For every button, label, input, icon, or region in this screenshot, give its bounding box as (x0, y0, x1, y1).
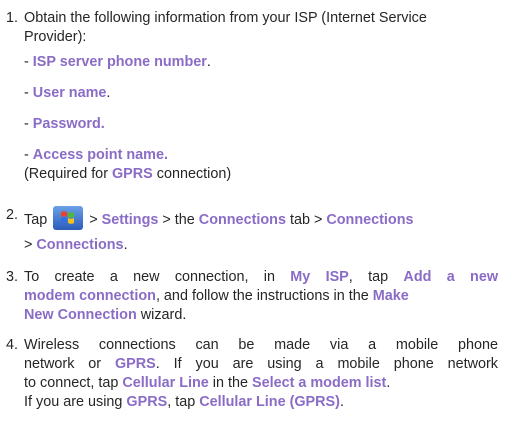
separator: > the (158, 212, 199, 228)
step-4-line-3: to connect, tap Cellular Line in the Sel… (24, 374, 390, 393)
step-4-line-1: Wireless connections can be made via a m… (24, 337, 498, 353)
item-dash: - (24, 147, 33, 163)
step-4-text: . If you are using a mobile phone networ… (155, 356, 498, 372)
step-3-text: , and follow the instructions in the (155, 288, 373, 304)
isp-info-item: - ISP server phone number. (24, 53, 211, 72)
make-connection-label: Make (372, 288, 409, 304)
note-text: connection) (152, 166, 232, 182)
step-3-line-3: New Connection wizard. (24, 306, 186, 325)
gprs-note: (Required for GPRS connection) (24, 165, 231, 184)
windows-start-icon[interactable] (53, 206, 84, 230)
item-suffix: . (106, 85, 111, 101)
period: . (339, 394, 344, 410)
select-modem-label: Select a modem list (251, 375, 387, 391)
gprs-label: GPRS (126, 394, 168, 410)
separator: > (85, 212, 102, 228)
step-3-text: , tap (348, 269, 404, 285)
step-4-line-2: network or GPRS. If you are using a mobi… (24, 355, 498, 374)
isp-phone-label: ISP server phone number (32, 54, 207, 70)
item-dash: - (24, 54, 33, 70)
period: . (123, 237, 128, 253)
make-connection-label: New Connection (24, 307, 137, 323)
connections-label: Connections (326, 212, 414, 228)
gprs-label: GPRS (111, 166, 153, 182)
gprs-label: GPRS (114, 356, 156, 372)
step-3-number: 3. (6, 269, 19, 285)
item-dash: - (24, 116, 33, 132)
step-3-text: wizard. (136, 307, 187, 323)
connections-label: Connections (36, 237, 124, 253)
step-3-line-1: To create a new connection, in My ISP, t… (24, 268, 498, 287)
add-modem-label: modem connection (24, 288, 156, 304)
step-2-text-cont: > Connections. (24, 236, 128, 255)
separator: tab > (285, 212, 327, 228)
access-point-label: Access point name. (32, 147, 168, 163)
isp-info-item: - Password. (24, 115, 105, 134)
instruction-document: 1. Obtain the following information from… (0, 0, 511, 424)
item-dash: - (24, 85, 33, 101)
separator: > (24, 237, 37, 253)
step-1-number: 1. (6, 10, 19, 26)
step-2-text: Tap > Settings > the Connections tab > C… (24, 206, 414, 230)
step-4-text: network or (24, 356, 115, 372)
user-name-label: User name (32, 85, 107, 101)
connections-tab-label: Connections (198, 212, 286, 228)
settings-label: Settings (101, 212, 159, 228)
isp-info-item: - Access point name. (24, 146, 168, 165)
step-1-text: Obtain the following information from yo… (24, 10, 427, 26)
note-text: (Required for (24, 166, 112, 182)
password-label: Password. (32, 116, 105, 132)
isp-info-item: - User name. (24, 84, 110, 103)
step-4-text: , tap (167, 394, 200, 410)
item-suffix: . (206, 54, 211, 70)
step-4-text: If you are using (24, 394, 127, 410)
step-3-line-2: modem connection, and follow the instruc… (24, 287, 409, 306)
step-3-text: To create a new connection, in (24, 269, 291, 285)
add-modem-label: Add a new (403, 269, 499, 285)
cellular-line-label: Cellular Line (122, 375, 209, 391)
cellular-gprs-label: Cellular Line (GPRS) (199, 394, 340, 410)
step-2-number: 2. (6, 207, 19, 223)
step-4-line-4: If you are using GPRS, tap Cellular Line… (24, 393, 344, 412)
period: . (386, 375, 391, 391)
tap-text: Tap (24, 212, 48, 228)
step-4-text: to connect, tap (24, 375, 123, 391)
step-4-number: 4. (6, 337, 19, 353)
my-isp-label: My ISP (290, 269, 349, 285)
step-4-text: in the (208, 375, 252, 391)
step-1-text-cont: Provider): (24, 29, 87, 45)
